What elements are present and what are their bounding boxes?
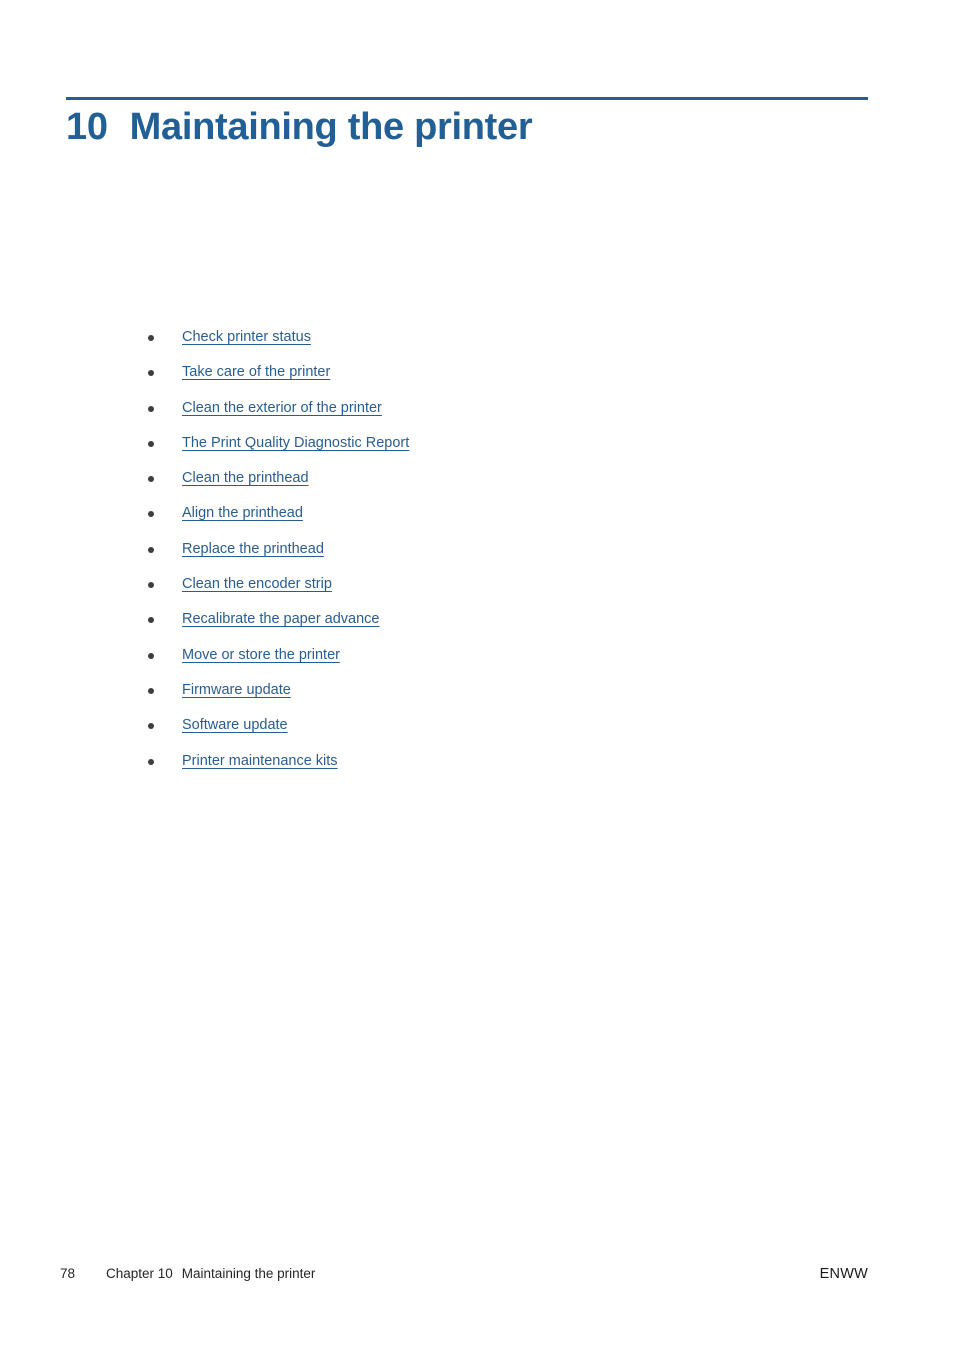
list-item[interactable]: Clean the encoder strip [140, 575, 780, 610]
bullet-icon [148, 335, 154, 341]
bullet-icon [148, 723, 154, 730]
chapter-contents-list: Check printer status Take care of the pr… [140, 328, 780, 787]
page-footer: 78 Chapter 10 Maintaining the printer EN… [60, 1266, 868, 1290]
list-item[interactable]: Align the printhead [140, 504, 780, 539]
footer-locale-label: ENWW [819, 1266, 868, 1282]
footer-chapter-title: Maintaining the printer [181, 1266, 316, 1281]
toc-link[interactable]: The Print Quality Diagnostic Report [182, 434, 409, 452]
toc-link[interactable]: Software update [182, 716, 288, 734]
bullet-icon [148, 617, 154, 624]
toc-link[interactable]: Replace the printhead [182, 540, 324, 558]
chapter-title-rule [66, 97, 868, 100]
footer-left-group: 78 Chapter 10 Maintaining the printer [60, 1266, 315, 1281]
list-item[interactable]: The Print Quality Diagnostic Report [140, 434, 780, 469]
list-item[interactable]: Software update [140, 716, 780, 751]
toc-link[interactable]: Take care of the printer [182, 363, 330, 381]
chapter-number: 10 [66, 106, 108, 148]
list-item[interactable]: Clean the exterior of the printer [140, 399, 780, 434]
toc-link[interactable]: Clean the exterior of the printer [182, 399, 382, 417]
page-title: 10 Maintaining the printer [66, 106, 886, 149]
bullet-icon [148, 652, 154, 659]
list-item[interactable]: Check printer status [140, 328, 780, 363]
bullet-icon [148, 405, 154, 412]
list-item[interactable]: Recalibrate the paper advance [140, 610, 780, 645]
toc-link[interactable]: Clean the printhead [182, 469, 309, 487]
bullet-icon [148, 546, 154, 553]
list-item[interactable]: Move or store the printer [140, 646, 780, 681]
toc-link[interactable]: Move or store the printer [182, 646, 340, 664]
list-item[interactable]: Firmware update [140, 681, 780, 716]
bullet-icon [148, 582, 154, 589]
toc-link[interactable]: Clean the encoder strip [182, 575, 332, 593]
toc-link[interactable]: Firmware update [182, 681, 291, 699]
list-item[interactable]: Replace the printhead [140, 540, 780, 575]
list-item[interactable]: Printer maintenance kits [140, 752, 780, 787]
bullet-icon [148, 370, 154, 377]
document-page: 10 Maintaining the printer Check printer… [0, 0, 954, 1350]
bullet-icon [148, 511, 154, 518]
toc-link[interactable]: Recalibrate the paper advance [182, 610, 380, 628]
list-item[interactable]: Clean the printhead [140, 469, 780, 504]
bullet-icon [148, 758, 154, 765]
page-number: 78 [60, 1266, 76, 1281]
bullet-icon [148, 687, 154, 694]
bullet-icon [148, 476, 154, 483]
chapter-title: Maintaining the printer [129, 106, 533, 148]
list-item[interactable]: Take care of the printer [140, 363, 780, 398]
toc-link[interactable]: Check printer status [182, 328, 311, 346]
toc-link[interactable]: Align the printhead [182, 504, 303, 522]
toc-link[interactable]: Printer maintenance kits [182, 752, 338, 770]
bullet-icon [148, 440, 154, 447]
footer-chapter-label: Chapter 10 [106, 1266, 173, 1281]
